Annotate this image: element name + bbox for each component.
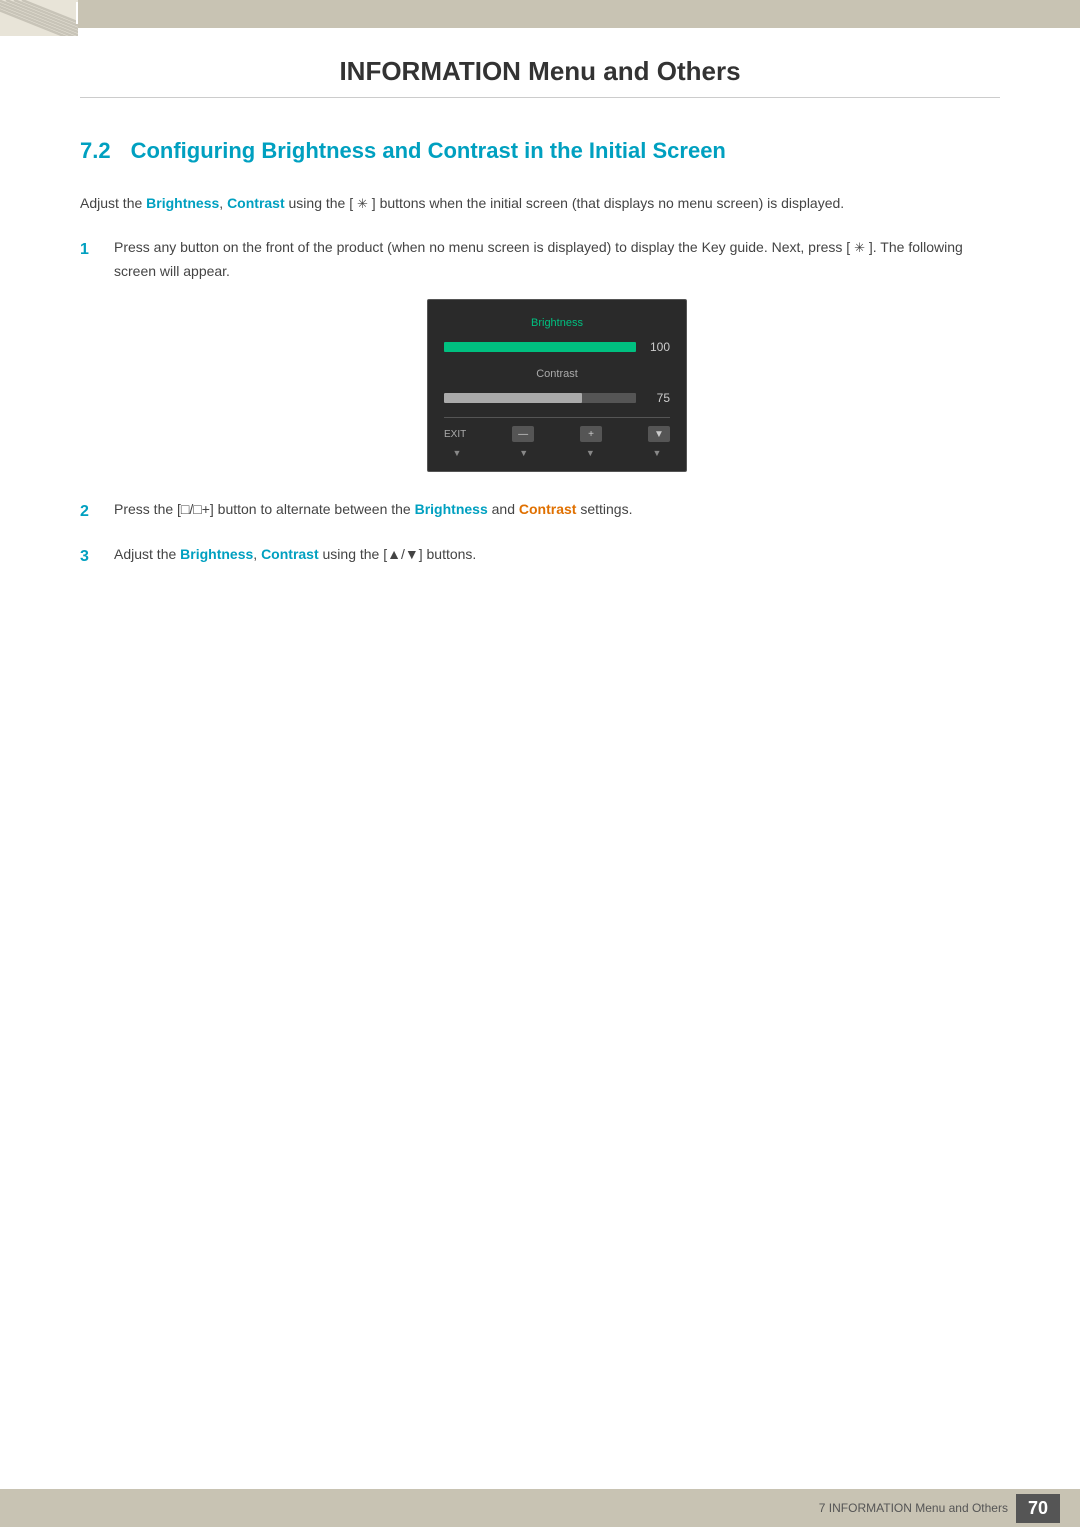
intro-comma: ,: [219, 195, 227, 211]
section-title: Configuring Brightness and Contrast in t…: [131, 138, 726, 164]
step-3-number: 3: [80, 543, 98, 570]
section-heading: 7.2 Configuring Brightness and Contrast …: [80, 138, 1000, 164]
footer: 7 INFORMATION Menu and Others 70: [0, 1489, 1080, 1527]
ui-contrast-bar-row: 75: [444, 388, 670, 408]
ui-demo-screenshot: Brightness 100 Contrast: [427, 299, 687, 471]
ui-brightness-track: [444, 342, 636, 352]
ui-brightness-bar-row: 100: [444, 337, 670, 357]
ui-brightness-label: Brightness: [444, 314, 670, 333]
intro-contrast: Contrast: [227, 195, 285, 211]
ui-btn-arrow-down: ▼: [648, 426, 670, 442]
step-1-content: Press any button on the front of the pro…: [114, 236, 1000, 480]
ui-contrast-label: Contrast: [444, 365, 670, 384]
ui-btn-minus: —: [512, 426, 534, 442]
section-number: 7.2: [80, 138, 111, 164]
header-stripe: [0, 0, 1080, 28]
step-2-number: 2: [80, 498, 98, 525]
ui-contrast-value: 75: [644, 388, 670, 408]
step-2-text: Press the [□/□+] button to alternate bet…: [114, 501, 632, 517]
ui-btn-plus: +: [580, 426, 602, 442]
ui-divider: [444, 417, 670, 418]
ui-down-arrow: ▼: [646, 446, 668, 461]
footer-text: 7 INFORMATION Menu and Others: [819, 1501, 1008, 1515]
step-2-brightness: Brightness: [415, 501, 488, 517]
numbered-list: 1 Press any button on the front of the p…: [80, 236, 1000, 570]
intro-paragraph: Adjust the Brightness, Contrast using th…: [80, 192, 1000, 216]
list-item-1: 1 Press any button on the front of the p…: [80, 236, 1000, 480]
ui-contrast-track: [444, 393, 636, 403]
page-title-area: INFORMATION Menu and Others: [80, 28, 1000, 98]
step-3-text: Adjust the Brightness, Contrast using th…: [114, 546, 476, 562]
ui-contrast-fill: [444, 393, 582, 403]
footer-page-number: 70: [1016, 1494, 1060, 1523]
list-item-3: 3 Adjust the Brightness, Contrast using …: [80, 543, 1000, 570]
step-2-contrast: Contrast: [519, 501, 577, 517]
ui-bottom-row: EXIT — + ▼: [444, 424, 670, 445]
intro-brightness: Brightness: [146, 195, 219, 211]
step-1-text: Press any button on the front of the pro…: [114, 239, 963, 279]
ui-brightness-fill: [444, 342, 636, 352]
step-1-number: 1: [80, 236, 98, 263]
ui-minus-arrow: ▼: [513, 446, 535, 461]
intro-rest: using the [ ✳ ] buttons when the initial…: [285, 195, 845, 211]
ui-bottom-arrows: ▼ ▼ ▼ ▼: [444, 446, 670, 461]
ui-plus-arrow: ▼: [579, 446, 601, 461]
ui-exit-label: EXIT: [444, 426, 466, 443]
intro-text-pre: Adjust the: [80, 195, 146, 211]
ui-exit-arrow: ▼: [446, 446, 468, 461]
step-3-content: Adjust the Brightness, Contrast using th…: [114, 543, 1000, 567]
list-item-2: 2 Press the [□/□+] button to alternate b…: [80, 498, 1000, 525]
ui-brightness-value: 100: [644, 337, 670, 357]
step-3-brightness: Brightness: [180, 546, 253, 562]
diagonal-decoration: [0, 0, 78, 36]
step-2-content: Press the [□/□+] button to alternate bet…: [114, 498, 1000, 522]
step-3-contrast: Contrast: [261, 546, 319, 562]
main-content: 7.2 Configuring Brightness and Contrast …: [0, 98, 1080, 668]
page-title: INFORMATION Menu and Others: [160, 56, 920, 87]
